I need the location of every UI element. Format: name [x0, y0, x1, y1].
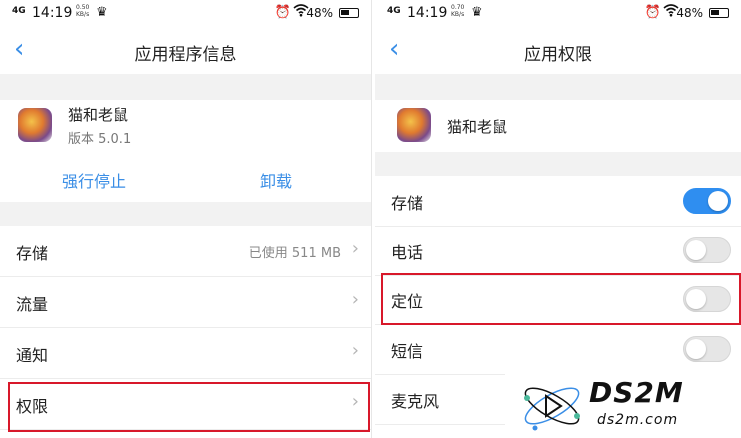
phone-toggle[interactable] — [683, 237, 731, 263]
row-label: 通知 — [16, 346, 49, 365]
row-label: 存储 — [16, 244, 49, 263]
storage-used: 已使用 511 MB — [248, 246, 341, 261]
app-name: 猫和老鼠 — [447, 118, 508, 136]
app-name: 猫和老鼠 — [68, 106, 129, 124]
nav-bar: ‹ 应用程序信息 — [0, 28, 371, 74]
battery-icon — [339, 8, 359, 18]
crown-icon: ♛ — [96, 5, 108, 20]
permission-location: 定位 — [375, 274, 741, 325]
alarm-icon: ⏰ — [274, 5, 291, 20]
permission-label: 电话 — [391, 243, 424, 262]
battery-percent: 48% — [676, 6, 703, 20]
sms-toggle[interactable] — [683, 336, 731, 362]
battery-percent: 48% — [306, 6, 333, 20]
row-storage[interactable]: 存储 已使用 511 MB › — [0, 226, 371, 277]
divider — [0, 202, 371, 226]
nav-bar: ‹ 应用权限 — [375, 28, 741, 74]
chevron-right-icon: › — [351, 391, 359, 412]
row-notifications[interactable]: 通知 › — [0, 328, 371, 379]
permission-label: 存储 — [391, 194, 424, 213]
permission-label: 短信 — [391, 342, 424, 361]
chevron-right-icon: › — [351, 238, 359, 259]
divider — [0, 74, 371, 100]
network-speed: 0.50 KB/s — [76, 4, 90, 18]
uninstall-button[interactable]: 卸载 — [260, 168, 292, 192]
app-version: 版本 5.0.1 — [68, 132, 132, 147]
divider — [375, 152, 741, 176]
chevron-right-icon: › — [351, 289, 359, 310]
crown-icon: ♛ — [471, 5, 483, 20]
location-toggle[interactable] — [683, 286, 731, 312]
status-time: 14:19 — [32, 5, 73, 21]
force-stop-button[interactable]: 强行停止 — [62, 168, 126, 192]
signal-icon: 4G — [387, 6, 401, 16]
app-icon — [397, 108, 431, 142]
storage-toggle[interactable] — [683, 188, 731, 214]
permission-phone: 电话 — [375, 225, 741, 276]
row-permissions[interactable]: 权限 › — [0, 379, 371, 430]
row-label: 流量 — [16, 295, 49, 314]
watermark-url: ds2m.com — [597, 412, 679, 428]
row-label: 权限 — [16, 397, 49, 416]
permission-label: 麦克风 — [391, 392, 440, 411]
divider — [375, 74, 741, 100]
permission-storage: 存储 — [375, 176, 741, 227]
status-time: 14:19 — [407, 5, 448, 21]
atom-logo-icon — [524, 387, 580, 431]
chevron-right-icon: › — [351, 340, 359, 361]
permission-label: 定位 — [391, 292, 424, 311]
page-title: 应用权限 — [524, 45, 592, 65]
watermark-logo: DS2M ds2m.com — [505, 372, 741, 438]
watermark-title: DS2M — [589, 376, 684, 409]
permission-sms: 短信 — [375, 324, 741, 375]
app-info-screen: 4G 14:19 0.50 KB/s ♛ ⏰ 48% ‹ 应用程序信息 猫和老鼠… — [0, 0, 372, 438]
row-traffic[interactable]: 流量 › — [0, 277, 371, 328]
network-speed: 0.70 KB/s — [451, 4, 465, 18]
status-bar: 4G 14:19 0.70 KB/s ♛ ⏰ 48% — [375, 0, 741, 28]
app-icon — [18, 108, 52, 142]
page-title: 应用程序信息 — [134, 45, 237, 65]
alarm-icon: ⏰ — [644, 5, 661, 20]
status-bar: 4G 14:19 0.50 KB/s ♛ ⏰ 48% — [0, 0, 371, 28]
battery-icon — [709, 8, 729, 18]
signal-icon: 4G — [12, 6, 26, 16]
